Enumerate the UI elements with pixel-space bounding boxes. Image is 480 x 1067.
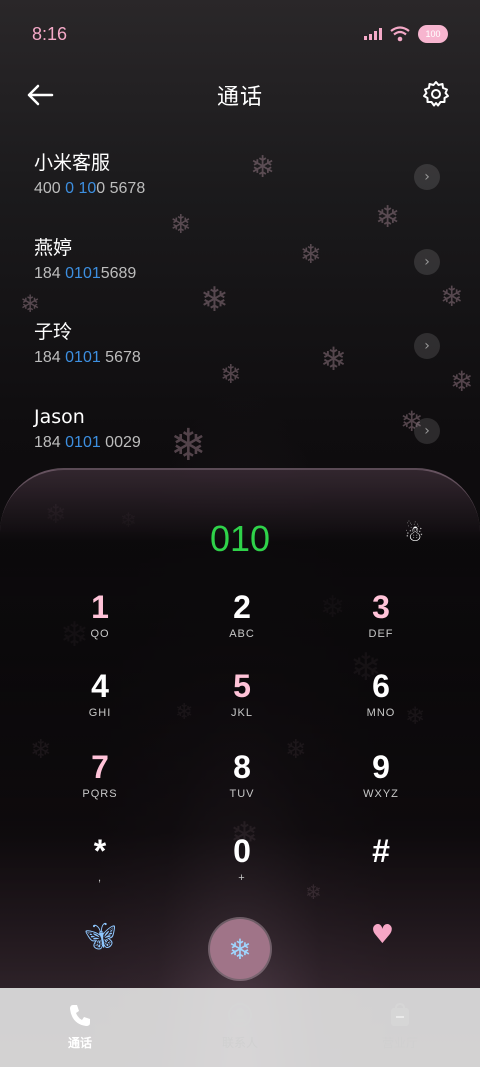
dialpad-key-9[interactable]: 9 WXYZ bbox=[326, 748, 436, 818]
tab-label: 营业厅 bbox=[381, 1036, 418, 1050]
app-header: 通话 bbox=[0, 68, 480, 122]
snowflake-icon: ❄ bbox=[228, 932, 252, 966]
tab-store[interactable]: 营业厅 bbox=[320, 988, 480, 1067]
dialpad-key-6[interactable]: 6 MNO bbox=[326, 667, 436, 737]
chevron-right-icon[interactable]: › bbox=[414, 333, 440, 359]
dialpad-key-star[interactable]: *, bbox=[45, 832, 155, 902]
dialpad-key-0[interactable]: 0 + bbox=[187, 832, 297, 902]
heart-icon[interactable]: ♥ bbox=[371, 920, 394, 950]
contact-number: 400 0 100 5678 bbox=[34, 180, 146, 197]
chevron-right-icon[interactable]: › bbox=[414, 418, 440, 444]
dialpad-key-4[interactable]: 4 GHI bbox=[45, 667, 155, 737]
contact-item[interactable]: 小米客服 400 0 100 5678 › bbox=[34, 150, 446, 216]
contact-item[interactable]: 子玲 184 0101 5678 › bbox=[34, 319, 446, 385]
butterfly-icon[interactable]: 🦋︎ bbox=[84, 922, 117, 952]
phone-icon bbox=[70, 1005, 90, 1026]
battery-icon: 100 bbox=[418, 25, 448, 43]
contact-item[interactable]: 燕婷 184 01015689 › bbox=[34, 235, 446, 301]
dialpad-key-2[interactable]: 2 ABC bbox=[187, 588, 297, 658]
dialpad-key-7[interactable]: 7 PQRS bbox=[45, 748, 155, 818]
status-icons: 100 bbox=[364, 25, 448, 43]
snowman-icon: ☃ bbox=[404, 522, 424, 547]
status-time: 8:16 bbox=[32, 23, 68, 44]
tab-label: 通话 bbox=[67, 1036, 92, 1050]
call-button[interactable]: ❄ bbox=[210, 919, 270, 979]
page-title: 通话 bbox=[216, 85, 263, 110]
contacts-icon bbox=[228, 1003, 252, 1027]
dialpad-panel: 010 ☃ 1 QO 2 ABC 3 DEF 4 GHI 5 JKL 6 MNO 7 PQRS… bbox=[0, 468, 480, 988]
gear-icon[interactable] bbox=[422, 80, 450, 108]
tab-label: 联系人 bbox=[221, 1036, 258, 1050]
bottom-tab-bar: 通话 联系人 营业厅 bbox=[0, 988, 480, 1067]
tab-calls[interactable]: 通话 bbox=[0, 988, 160, 1067]
dialpad-key-5[interactable]: 5 JKL bbox=[187, 667, 297, 737]
back-arrow-icon[interactable] bbox=[24, 80, 56, 110]
tab-contacts[interactable]: 联系人 bbox=[160, 988, 320, 1067]
store-icon bbox=[391, 1002, 409, 1026]
contact-number: 184 0101 0029 bbox=[34, 434, 141, 451]
contact-name: 燕婷 bbox=[34, 237, 73, 259]
contact-item[interactable]: Jason 184 0101 0029 › bbox=[34, 404, 446, 470]
contact-name: 子玲 bbox=[34, 321, 73, 343]
contact-number: 184 01015689 bbox=[34, 265, 137, 282]
dialpad-key-hash[interactable]: # bbox=[326, 832, 436, 902]
wifi-icon bbox=[390, 26, 410, 42]
signal-icon bbox=[364, 28, 382, 40]
contact-number: 184 0101 5678 bbox=[34, 349, 141, 366]
contact-name: Jason bbox=[34, 406, 85, 428]
dialpad-key-1[interactable]: 1 QO bbox=[45, 588, 155, 658]
chevron-right-icon[interactable]: › bbox=[414, 249, 440, 275]
contact-name: 小米客服 bbox=[34, 152, 111, 174]
dialpad-key-3[interactable]: 3 DEF bbox=[326, 588, 436, 658]
chevron-right-icon[interactable]: › bbox=[414, 164, 440, 190]
dialpad-key-8[interactable]: 8 TUV bbox=[187, 748, 297, 818]
status-bar: 8:16 100 bbox=[0, 0, 480, 68]
